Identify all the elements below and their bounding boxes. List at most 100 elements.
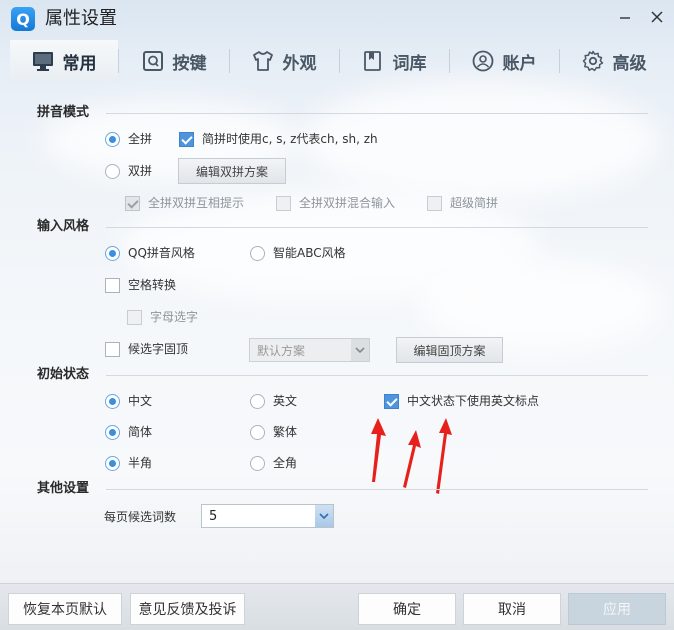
window-title: 属性设置 — [45, 8, 117, 29]
checkbox-indicator — [427, 195, 442, 211]
candidates-per-page-label: 每页候选词数 — [104, 510, 177, 524]
abc-style-radio[interactable]: 智能ABC风格 — [250, 245, 346, 261]
super-jianpin-label: 超级简拼 — [450, 196, 499, 210]
tab-separator — [118, 49, 119, 73]
checkbox-indicator — [384, 393, 399, 409]
tab-label: 按键 — [172, 53, 207, 74]
arrow-icon — [371, 418, 386, 482]
checkbox-indicator — [125, 195, 140, 211]
half-width-radio[interactable]: 半角 — [105, 455, 152, 471]
section-divider — [106, 375, 648, 376]
letter-select-checkbox[interactable]: 字母选字 — [127, 309, 198, 325]
apply-button[interactable]: 应用 — [568, 593, 666, 625]
section-title-initial-state: 初始状态 — [37, 367, 90, 382]
radio-indicator — [250, 424, 265, 440]
radio-indicator — [250, 393, 265, 409]
quanpin-radio[interactable]: 全拼 — [105, 131, 152, 147]
chinese-label: 中文 — [128, 394, 153, 408]
traditional-radio[interactable]: 繁体 — [250, 424, 297, 440]
close-icon — [651, 11, 663, 23]
cancel-button[interactable]: 取消 — [463, 593, 561, 625]
close-button[interactable] — [646, 6, 668, 28]
radio-indicator — [105, 131, 120, 147]
english-label: 英文 — [273, 394, 298, 408]
pinyin-mixed-checkbox[interactable]: 全拼双拼混合输入 — [276, 195, 395, 211]
radio-indicator — [105, 393, 120, 409]
tab-label: 账户 — [502, 53, 537, 74]
jianpin-label: 简拼时使用c, s, z代表ch, sh, zh — [202, 132, 378, 146]
section-title-input-style: 输入风格 — [37, 219, 90, 234]
pinyin-mixed-label: 全拼双拼混合输入 — [299, 196, 396, 210]
full-width-radio[interactable]: 全角 — [250, 455, 297, 471]
quanpin-label: 全拼 — [128, 132, 153, 146]
space-convert-label: 空格转换 — [128, 278, 177, 292]
pin-candidate-label: 候选字固顶 — [128, 342, 189, 356]
section-divider — [106, 489, 648, 490]
qq-style-label: QQ拼音风格 — [128, 246, 195, 260]
arrow-icon — [436, 418, 452, 494]
tab-label: 词库 — [392, 53, 427, 74]
english-punct-checkbox[interactable]: 中文状态下使用英文标点 — [384, 393, 539, 409]
simplified-radio[interactable]: 简体 — [105, 424, 152, 440]
candidates-per-page-select[interactable]: 5 — [201, 504, 334, 528]
radio-indicator — [105, 424, 120, 440]
edit-shuangpin-button[interactable]: 编辑双拼方案 — [178, 158, 286, 184]
minimize-button[interactable] — [614, 6, 636, 28]
tab-label: 常用 — [62, 53, 97, 74]
edit-pin-scheme-button[interactable]: 编辑固顶方案 — [396, 337, 503, 363]
abc-style-label: 智能ABC风格 — [273, 246, 346, 260]
pinyin-hint-checkbox[interactable]: 全拼双拼互相提示 — [125, 195, 244, 211]
simplified-label: 简体 — [128, 425, 153, 439]
radio-indicator — [250, 455, 265, 471]
qq-style-radio[interactable]: QQ拼音风格 — [105, 245, 195, 261]
tab-label: 高级 — [612, 53, 647, 74]
tshirt-icon — [252, 51, 273, 71]
pinyin-hint-label: 全拼双拼互相提示 — [148, 196, 245, 210]
section-divider — [106, 113, 648, 114]
english-punct-label: 中文状态下使用英文标点 — [407, 394, 540, 408]
app-logo: Q — [11, 7, 35, 31]
tab-advanced[interactable]: 高级 — [560, 40, 668, 82]
section-title-pinyin-mode: 拼音模式 — [37, 105, 90, 120]
candidates-per-page-value: 5 — [209, 508, 218, 524]
checkbox-indicator — [127, 309, 142, 325]
gear-icon — [582, 50, 603, 72]
feedback-button[interactable]: 意见反馈及投诉 — [130, 593, 245, 625]
radio-indicator — [105, 455, 120, 471]
checkbox-indicator — [179, 131, 194, 147]
tab-dictionary[interactable]: 词库 — [340, 40, 448, 82]
radio-indicator — [105, 245, 120, 261]
ok-button[interactable]: 确定 — [358, 593, 456, 625]
tab-label: 外观 — [282, 53, 317, 74]
shuangpin-radio[interactable]: 双拼 — [105, 163, 152, 179]
pin-candidate-checkbox[interactable]: 候选字固顶 — [105, 341, 188, 357]
radio-indicator — [250, 245, 265, 261]
jianpin-checkbox[interactable]: 简拼时使用c, s, z代表ch, sh, zh — [179, 131, 378, 147]
user-icon — [472, 50, 493, 72]
chinese-radio[interactable]: 中文 — [105, 393, 152, 409]
checkbox-indicator — [105, 277, 120, 293]
tab-account[interactable]: 账户 — [450, 40, 558, 82]
tab-appearance[interactable]: 外观 — [230, 40, 338, 82]
tab-common[interactable]: 常用 — [10, 40, 118, 82]
book-icon — [363, 51, 381, 71]
arrow-icon — [403, 430, 421, 488]
section-divider — [106, 227, 648, 228]
keyboard-q-icon — [142, 51, 163, 71]
traditional-label: 繁体 — [273, 425, 298, 439]
english-radio[interactable]: 英文 — [250, 393, 297, 409]
minimize-icon — [620, 17, 630, 19]
space-convert-checkbox[interactable]: 空格转换 — [105, 277, 176, 293]
section-title-other: 其他设置 — [37, 481, 90, 496]
checkbox-indicator — [105, 341, 120, 357]
pin-scheme-select[interactable]: 默认方案 — [249, 338, 370, 362]
chevron-down-icon — [315, 505, 333, 527]
letter-select-label: 字母选字 — [150, 310, 199, 324]
super-jianpin-checkbox[interactable]: 超级简拼 — [427, 195, 498, 211]
chevron-down-icon — [351, 339, 369, 361]
restore-default-button[interactable]: 恢复本页默认 — [8, 593, 122, 625]
full-width-label: 全角 — [273, 456, 298, 470]
tab-keys[interactable]: 按键 — [120, 40, 228, 82]
annotation-arrows — [371, 418, 452, 494]
half-width-label: 半角 — [128, 456, 153, 470]
